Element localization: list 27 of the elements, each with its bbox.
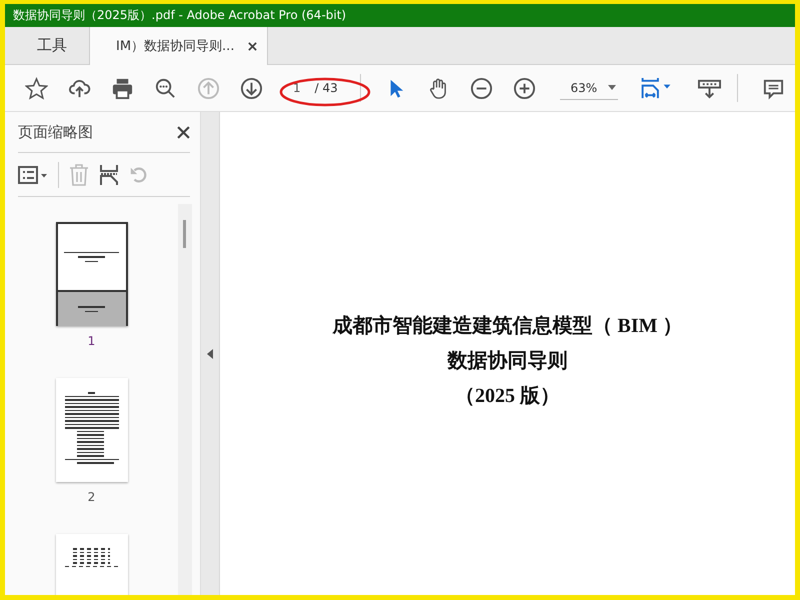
close-icon[interactable] xyxy=(248,42,258,50)
window-title: 数据协同导则（2025版）.pdf - Adobe Acrobat Pro (64-bit) xyxy=(13,7,346,24)
tab[interactable]: 工具 xyxy=(15,27,89,64)
caret-icon xyxy=(608,85,616,90)
page-label: 1 xyxy=(88,334,96,348)
page-count: / 43 xyxy=(314,81,338,95)
document-title: （2025 版） xyxy=(455,384,560,409)
zoom-in-icon[interactable] xyxy=(513,76,536,100)
insert-page-icon[interactable] xyxy=(99,164,119,186)
document-title: 数据协同导则 xyxy=(448,349,568,374)
star-icon[interactable] xyxy=(25,76,48,100)
page-thumbnail[interactable] xyxy=(56,222,128,326)
options-icon[interactable] xyxy=(18,164,48,184)
scrollbar[interactable] xyxy=(178,204,192,595)
collapse-arrow-icon[interactable] xyxy=(207,348,213,358)
panel-title: 页面缩略图 xyxy=(18,122,93,142)
zoom-dropdown[interactable]: 63% xyxy=(560,76,618,100)
close-icon[interactable] xyxy=(177,126,190,138)
fit-page-icon[interactable] xyxy=(640,76,672,100)
search-icon[interactable] xyxy=(154,76,177,100)
page-number-field[interactable]: 1 xyxy=(288,79,305,97)
zoom-out-icon[interactable] xyxy=(470,76,494,100)
print-icon[interactable] xyxy=(111,76,134,100)
document-title: 成都市智能建造建筑信息模型（ BIM ） xyxy=(332,314,682,339)
page-label: 2 xyxy=(88,490,96,504)
tab[interactable]: IM）数据协同导则... xyxy=(89,27,268,65)
page-thumbnail[interactable] xyxy=(56,378,128,482)
